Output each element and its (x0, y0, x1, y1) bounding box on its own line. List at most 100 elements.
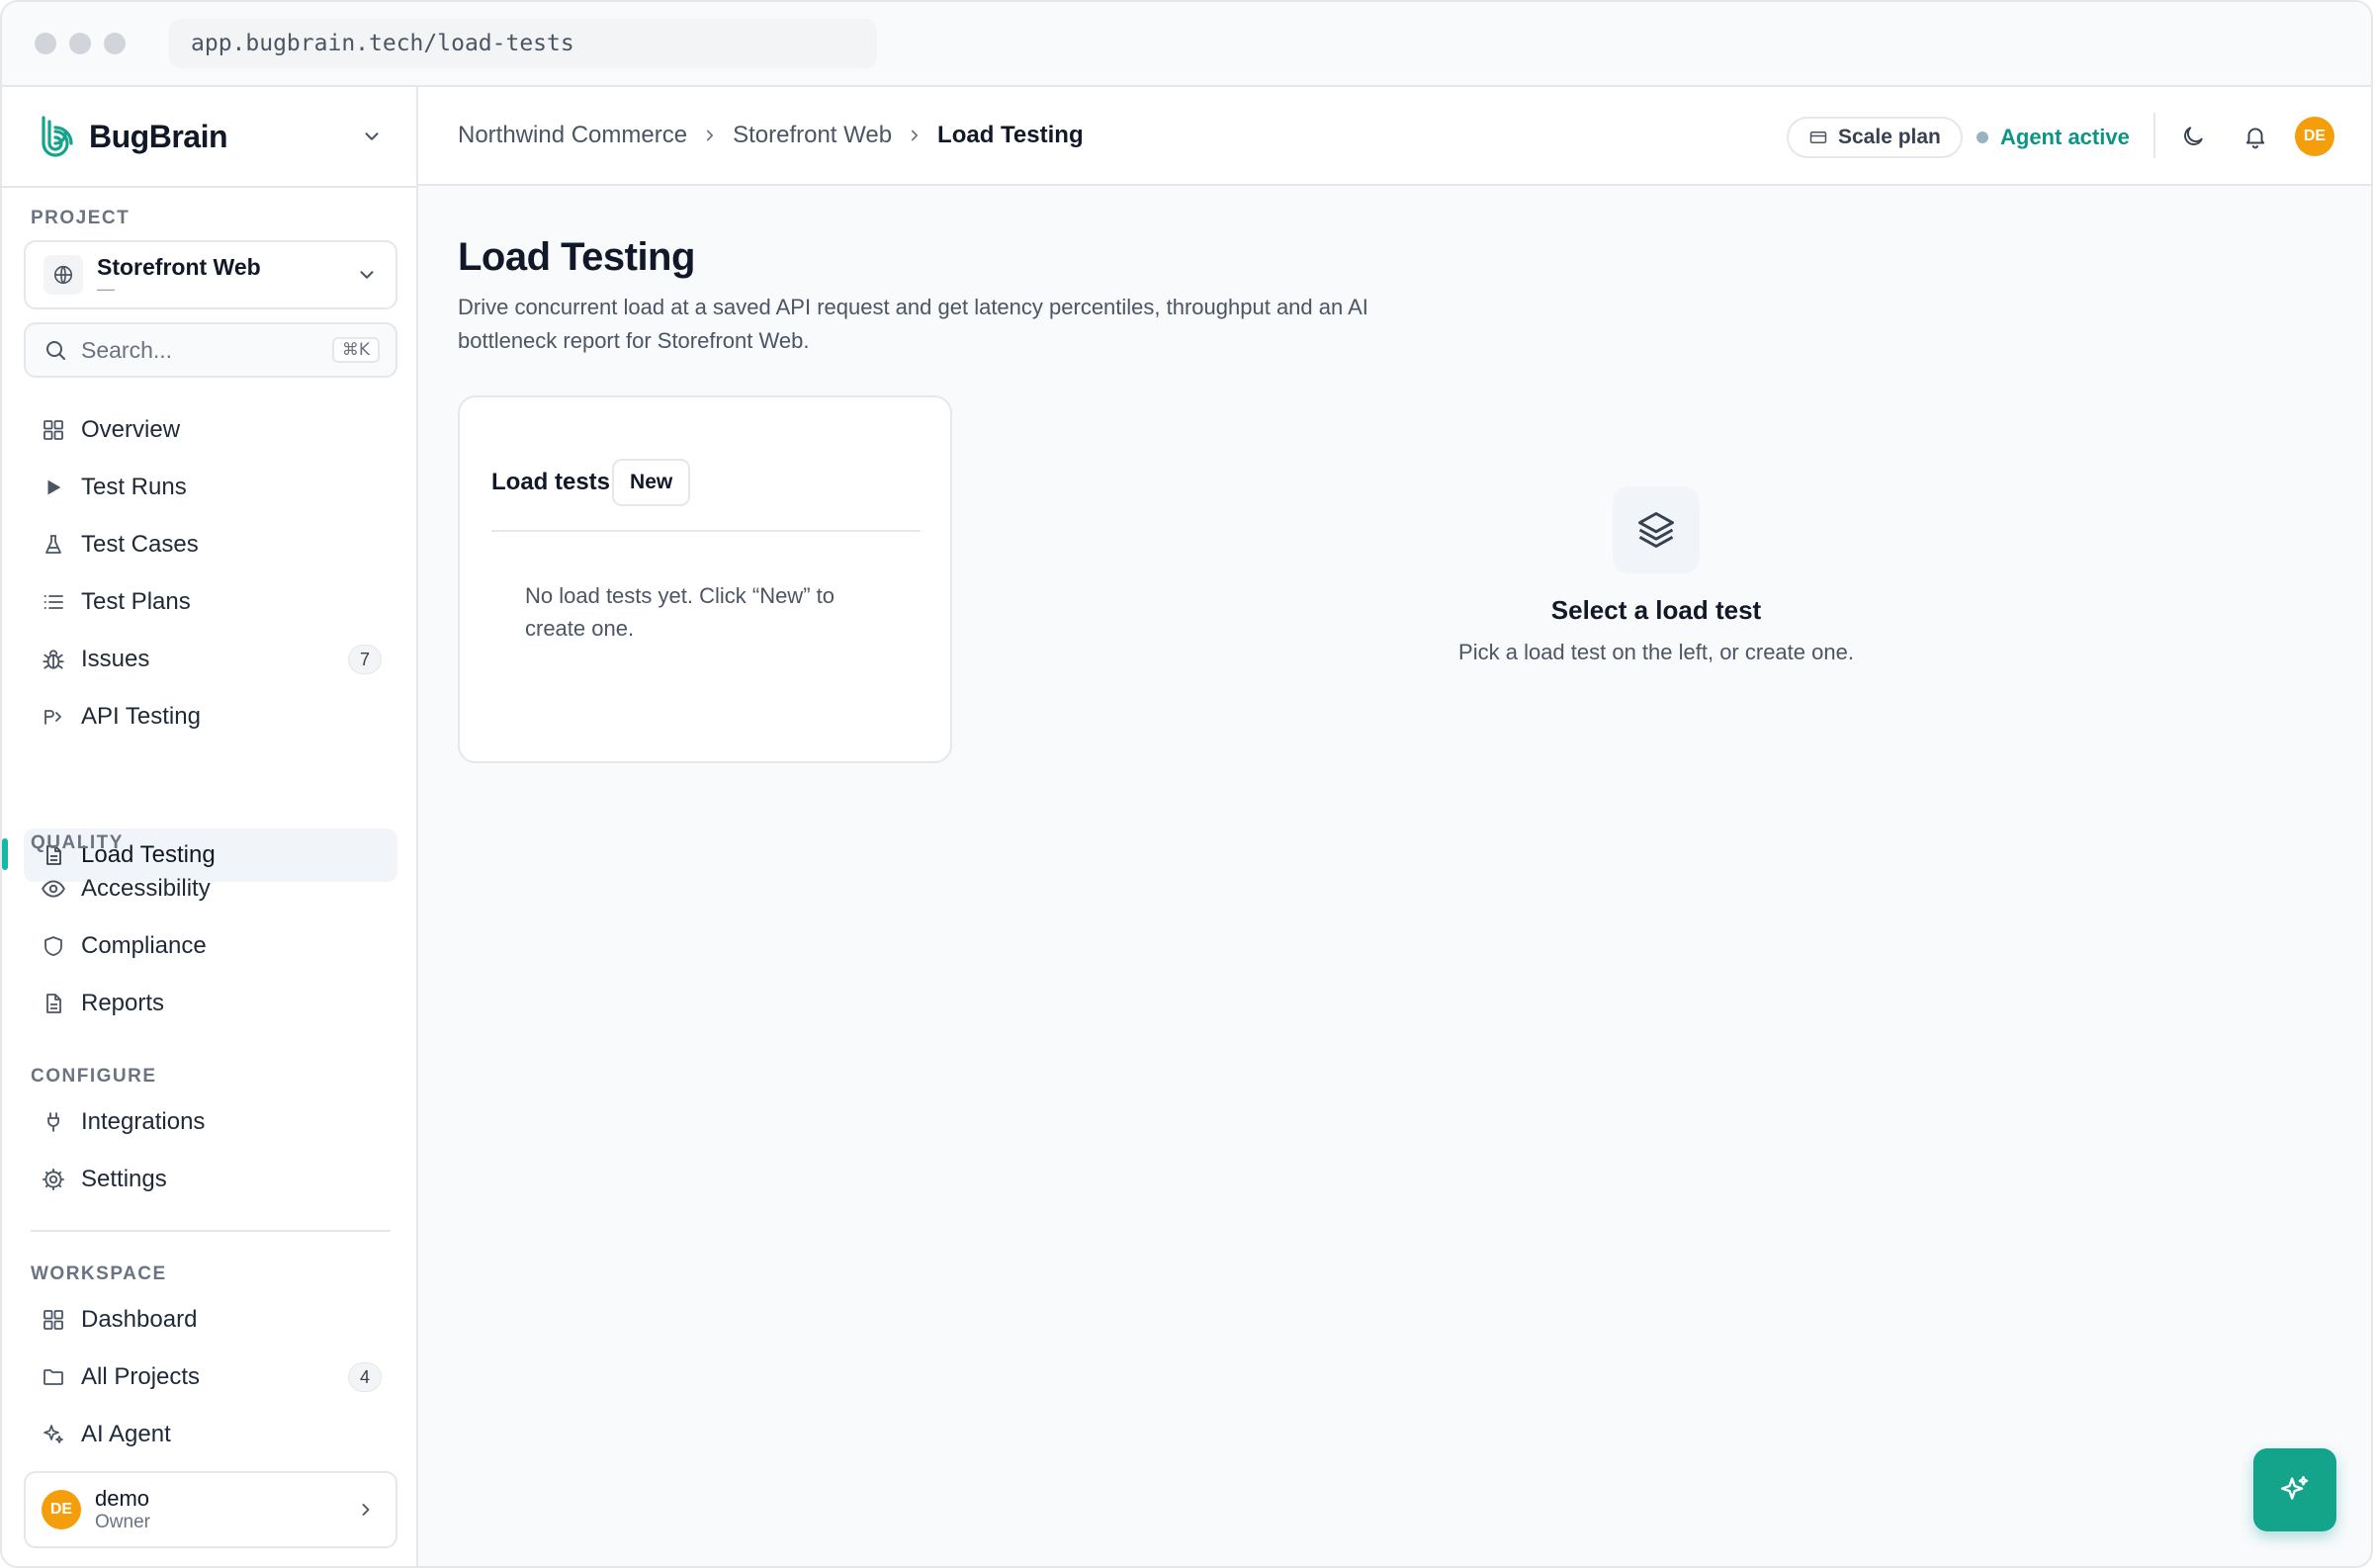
sidebar-item-compliance[interactable]: Compliance (24, 919, 397, 973)
ai-assistant-button[interactable] (2253, 1448, 2336, 1531)
top-bar: Northwind Commerce Storefront Web Load T… (418, 87, 2371, 186)
sidebar-item-all-projects[interactable]: All Projects 4 (24, 1350, 397, 1404)
browser-chrome: app.bugbrain.tech/load-tests (2, 2, 2371, 87)
sidebar-item-test-runs[interactable]: Test Runs (24, 461, 397, 514)
sidebar-item-label: Overview (81, 416, 181, 443)
panel-title: Load tests (491, 469, 611, 495)
shield-icon (40, 932, 67, 960)
brand-name: BugBrain (89, 118, 228, 154)
breadcrumb-project[interactable]: Storefront Web (733, 122, 892, 149)
sidebar-item-test-cases[interactable]: Test Cases (24, 518, 397, 571)
load-tests-panel: Load tests New No load tests yet. Click … (458, 395, 952, 763)
sidebar-item-ai-agent[interactable]: AI Agent (24, 1408, 397, 1461)
sidebar-item-label: Issues (81, 646, 150, 672)
sidebar-item-label: Accessibility (81, 875, 211, 902)
breadcrumb-current: Load Testing (937, 122, 1084, 148)
user-name: demo (95, 1486, 150, 1511)
sidebar-item-label: All Projects (81, 1363, 201, 1390)
search-shortcut: ⌘K (331, 337, 380, 363)
address-bar[interactable]: app.bugbrain.tech/load-tests (169, 19, 877, 68)
project-selector[interactable]: Storefront Web — (24, 240, 397, 309)
workspace-section-label: WORKSPACE (31, 1263, 167, 1284)
agent-status[interactable]: Agent active (1977, 117, 2130, 158)
sidebar-divider (31, 1230, 391, 1232)
chevron-down-icon (365, 132, 379, 140)
page-description: Drive concurrent load at a saved API req… (458, 295, 1368, 353)
project-sub: — (97, 278, 115, 299)
sidebar-item-integrations[interactable]: Integrations (24, 1095, 397, 1149)
plan-badge[interactable]: Scale plan (1787, 117, 1963, 158)
app-window: app.bugbrain.tech/load-tests BugBrain PR… (0, 0, 2373, 1568)
projects-count-badge: 4 (348, 1362, 382, 1392)
bell-icon[interactable] (2240, 121, 2271, 152)
chevron-right-icon (911, 130, 919, 141)
status-dot (1977, 131, 1988, 143)
search-input[interactable]: Search... ⌘K (24, 322, 397, 378)
sidebar-item-settings[interactable]: Settings (24, 1153, 397, 1206)
breadcrumb: Northwind Commerce Storefront Web Load T… (458, 122, 1084, 149)
sidebar-item-label: Test Plans (81, 588, 191, 615)
configure-section-label: CONFIGURE (31, 1066, 157, 1087)
chevron-right-icon (707, 130, 714, 141)
issues-count-badge: 7 (348, 645, 382, 674)
search-placeholder: Search... (81, 336, 173, 363)
sidebar-item-label: Reports (81, 990, 165, 1016)
sidebar-item-label: Integrations (81, 1108, 206, 1135)
sidebar-item-api-testing[interactable]: API Testing (24, 690, 397, 743)
avatar: DE (42, 1490, 81, 1529)
minimize-dot[interactable] (69, 33, 91, 54)
empty-state-subtitle: Pick a load test on the left, or create … (1458, 640, 1854, 664)
close-dot[interactable] (35, 33, 56, 54)
avatar[interactable]: DE (2295, 117, 2334, 156)
project-section-label: PROJECT (31, 208, 131, 228)
api-icon (40, 703, 67, 731)
sidebar-item-dashboard[interactable]: Dashboard (24, 1293, 397, 1347)
new-load-test-button[interactable]: New (612, 459, 691, 506)
project-name: Storefront Web (97, 253, 261, 280)
sidebar-item-issues[interactable]: Issues 7 (24, 633, 397, 686)
url-text: app.bugbrain.tech/load-tests (191, 31, 574, 56)
sparkle-icon (2281, 1476, 2309, 1500)
bug-icon (40, 646, 67, 673)
sidebar-item-label: Test Cases (81, 531, 199, 558)
plug-icon (40, 1108, 67, 1136)
grid-icon (40, 1306, 67, 1334)
gear-icon (40, 1166, 67, 1193)
folder-icon (40, 1363, 67, 1391)
quality-section-label: QUALITY (31, 832, 124, 853)
sidebar-item-label: Test Runs (81, 474, 187, 500)
sidebar-item-reports[interactable]: Reports (24, 977, 397, 1030)
moon-icon[interactable] (2177, 121, 2209, 152)
chevron-down-icon (360, 271, 374, 279)
empty-state-title: Select a load test (1550, 595, 1762, 625)
flask-icon (40, 531, 67, 559)
globe-icon (44, 255, 83, 295)
search-icon (46, 341, 65, 360)
plan-label: Scale plan (1838, 126, 1941, 148)
sidebar-item-label: Compliance (81, 932, 207, 959)
sidebar-item-accessibility[interactable]: Accessibility (24, 862, 397, 915)
panel-divider (491, 530, 921, 532)
eye-icon (40, 875, 67, 903)
page-title: Load Testing (458, 235, 695, 279)
breadcrumb-org[interactable]: Northwind Commerce (458, 122, 687, 149)
empty-state: Select a load test Pick a load test on t… (1360, 486, 1953, 665)
bugbrain-logo-icon (42, 116, 73, 157)
sidebar-item-label: API Testing (81, 703, 201, 730)
sidebar-item-label: AI Agent (81, 1421, 171, 1447)
window-controls (35, 33, 126, 54)
brand-switcher[interactable]: BugBrain (2, 87, 416, 188)
sidebar-item-label: Dashboard (81, 1306, 198, 1333)
list-icon (40, 588, 67, 616)
maximize-dot[interactable] (104, 33, 126, 54)
sparkle-icon (40, 1421, 67, 1448)
chevron-right-icon (362, 1504, 370, 1516)
sidebar-item-label: Settings (81, 1166, 167, 1192)
panel-header: Load tests New (491, 459, 691, 506)
user-role: Owner (95, 1512, 150, 1532)
user-menu[interactable]: DE demo Owner (24, 1471, 397, 1548)
main-content: Load Testing Drive concurrent load at a … (418, 186, 2371, 1566)
sidebar-item-overview[interactable]: Overview (24, 403, 397, 457)
sidebar-item-test-plans[interactable]: Test Plans (24, 575, 397, 629)
agent-status-label: Agent active (2000, 125, 2130, 149)
